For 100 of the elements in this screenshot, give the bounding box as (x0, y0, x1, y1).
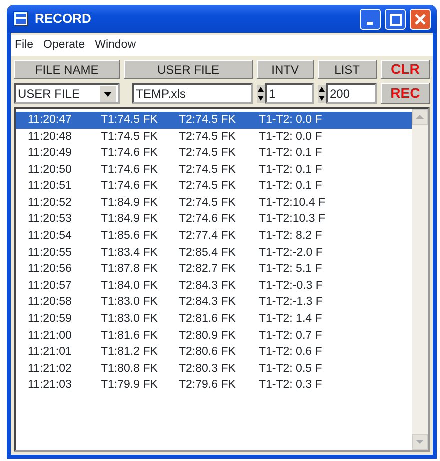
interval-spinner[interactable]: 1 (265, 83, 314, 104)
log-row[interactable]: 11:20:58 T1:83.0 FK T2:84.3 FK T1-T2:-1.3 F (16, 294, 412, 312)
log-row[interactable]: 11:20:50 T1:74.6 FK T2:74.5 FK T1-T2: 0.1 F (16, 162, 412, 179)
app-icon (13, 11, 29, 27)
log-cell-text: T1-T2:-0.3 F (259, 278, 323, 294)
log-cell-text: T2:77.4 FK (179, 229, 237, 244)
list-spinner[interactable]: 200 (326, 83, 377, 104)
log-row[interactable]: 11:20:59 T1:83.0 FK T2:81.6 FK T1-T2: 1.4 F (16, 311, 412, 328)
log-cell-text: 11:20:57 (28, 278, 73, 294)
log-row[interactable]: 11:20:49 T1:74.6 FK T2:74.5 FK T1-T2: 0.1 F (16, 145, 412, 162)
log-row[interactable]: 11:21:01 T1:81.2 FK T2:80.6 FK T1-T2: 0.6 F (16, 344, 412, 362)
log-cell-text: T1-T2: 0.0 F (259, 130, 322, 145)
log-cell-text: T2:74.5 FK (179, 179, 237, 194)
log-cell-text: T1:87.8 FK (101, 262, 159, 278)
file-name-dropdown[interactable]: USER FILE (14, 83, 120, 104)
column-header[interactable]: FILE NAME (14, 60, 120, 80)
log-cell-text: 11:21:00 (28, 328, 73, 344)
log-cell-text: T2:80.9 FK (179, 328, 237, 344)
log-row[interactable]: 11:21:02 T1:80.8 FK T2:80.3 FK T1-T2: 0.5 F (16, 361, 412, 378)
log-cell-text: T1:84.9 FK (101, 196, 159, 211)
log-cell-text: 11:20:52 (28, 196, 73, 211)
log-cell-text: T1:74.5 FK (101, 112, 159, 128)
log-cell-text: 11:20:48 (28, 130, 73, 145)
log-row[interactable]: 11:20:54 T1:85.6 FK T2:77.4 FK T1-T2: 8.2 F (16, 228, 412, 245)
log-cell-text: T1:83.4 FK (101, 246, 159, 261)
log-cell-text: T2:74.5 FK (179, 196, 237, 211)
log-cell-text: T1:83.0 FK (101, 312, 159, 328)
user-file-field[interactable]: TEMP.xls (132, 83, 254, 104)
column-header[interactable]: USER FILE (124, 60, 253, 80)
log-cell-text: T1:83.0 FK (101, 295, 159, 310)
column-header[interactable]: LIST (318, 60, 377, 80)
log-cell-text: T2:74.5 FK (179, 146, 237, 162)
log-cell-text: T1:81.2 FK (101, 345, 159, 360)
log-cell-text: T2:82.7 FK (179, 262, 237, 278)
log-cell-text: 11:20:55 (28, 246, 73, 261)
log-cell-text: T1-T2: 0.1 F (259, 146, 322, 162)
log-row[interactable]: 11:20:51 T1:74.6 FK T2:74.5 FK T1-T2: 0.1 F (16, 178, 412, 196)
log-cell-text: T1-T2: 0.1 F (259, 162, 322, 178)
log-row[interactable]: 11:20:53 T1:84.9 FK T2:74.6 FK T1-T2:10.3 F (16, 212, 412, 228)
log-row[interactable]: 11:20:47 T1:74.5 FK T2:74.5 FK T1-T2: 0.0 F (16, 112, 412, 129)
log-cell-text: 11:20:58 (28, 295, 73, 310)
log-cell-text: T1-T2: 0.6 F (259, 345, 322, 360)
log-cell-text: T1:80.8 FK (101, 362, 159, 377)
log-cell-text: T1-T2: 0.1 F (259, 179, 322, 194)
log-cell-text: 11:20:54 (28, 229, 73, 244)
log-cell-text: T2:80.3 FK (179, 362, 237, 377)
log-row[interactable]: 11:20:56 T1:87.8 FK T2:82.7 FK T1-T2: 5.1 F (16, 262, 412, 278)
log-cell-text: T1-T2: 8.2 F (259, 229, 322, 244)
log-cell-text: 11:21:01 (28, 345, 73, 360)
log-row[interactable]: 11:20:55 T1:83.4 FK T2:85.4 FK T1-T2:-2.0 F (16, 245, 412, 262)
log-cell-text: 11:21:03 (28, 378, 73, 394)
log-cell-text: T1:79.9 FK (101, 378, 159, 394)
log-cell-text: T2:74.5 FK (179, 130, 237, 145)
log-cell-text: T1-T2: 5.1 F (259, 262, 322, 278)
log-cell-text: T1:74.6 FK (101, 179, 159, 194)
log-cell-text: T1-T2:-1.3 F (259, 295, 323, 310)
log-cell-text: 11:20:53 (28, 212, 73, 228)
log-cell-text: T1:74.6 FK (101, 146, 159, 162)
log-cell-text: 11:20:47 (28, 112, 73, 128)
log-cell-text: 11:20:50 (28, 162, 73, 178)
log-cell-text: T1-T2:10.4 F (259, 196, 326, 211)
log-cell-text: T1:84.0 FK (101, 278, 159, 294)
log-row[interactable]: 11:20:57 T1:84.0 FK T2:84.3 FK T1-T2:-0.3 F (16, 278, 412, 295)
log-cell-text: T1:85.6 FK (101, 229, 159, 244)
log-cell-text: 11:20:51 (28, 179, 73, 194)
log-cell-text: T1:81.6 FK (101, 328, 159, 344)
log-cell-text: T1-T2:10.3 F (259, 212, 326, 228)
window-title: RECORD (35, 10, 92, 28)
log-cell-text: T1-T2: 0.3 F (259, 378, 322, 394)
log-row[interactable]: 11:20:52 T1:84.9 FK T2:74.5 FK T1-T2:10.4 F (16, 195, 412, 212)
log-row[interactable]: 11:21:03 T1:79.9 FK T2:79.6 FK T1-T2: 0.3 F (16, 378, 412, 394)
log-cell-text: T2:81.6 FK (179, 312, 237, 328)
log-cell-text: T1:84.9 FK (101, 212, 159, 228)
menu-item[interactable]: File (15, 37, 34, 54)
log-row[interactable]: 11:21:00 T1:81.6 FK T2:80.9 FK T1-T2: 0.7 F (16, 328, 412, 345)
log-cell-text: T2:85.4 FK (179, 246, 237, 261)
log-cell-text: T2:84.3 FK (179, 295, 237, 310)
log-cell-text: T2:79.6 FK (179, 378, 237, 394)
log-cell-text: T2:84.3 FK (179, 278, 237, 294)
log-cell-text: T2:74.5 FK (179, 112, 237, 128)
log-cell-text: T2:74.6 FK (179, 212, 237, 228)
column-header[interactable]: INTV (256, 60, 314, 80)
log-cell-text: 11:20:49 (28, 146, 73, 162)
log-cell-text: T2:80.6 FK (179, 345, 237, 360)
log-cell-text: T1:74.5 FK (101, 130, 159, 145)
log-cell-text: 11:20:56 (28, 262, 73, 278)
log-cell-text: T1-T2: 0.0 F (259, 112, 322, 128)
log-cell-text: T1-T2: 1.4 F (259, 312, 322, 328)
menu-item[interactable]: Operate (44, 37, 86, 54)
log-cell-text: T1:74.6 FK (101, 162, 159, 178)
log-cell-text: T1-T2: 0.7 F (259, 328, 322, 344)
log-row[interactable]: 11:20:48 T1:74.5 FK T2:74.5 FK T1-T2: 0.0 F (16, 128, 412, 146)
log-cell-text: 11:20:59 (28, 312, 73, 328)
spin-arrows-icon[interactable] (318, 84, 326, 103)
menu-item[interactable]: Window (95, 37, 136, 54)
log-cell-text: T1-T2: 0.5 F (259, 362, 322, 377)
log-cell-text: T1-T2:-2.0 F (259, 246, 323, 261)
log-cell-text: 11:21:02 (28, 362, 73, 377)
spin-arrows-icon[interactable] (257, 84, 266, 103)
log-cell-text: T2:74.5 FK (179, 162, 237, 178)
